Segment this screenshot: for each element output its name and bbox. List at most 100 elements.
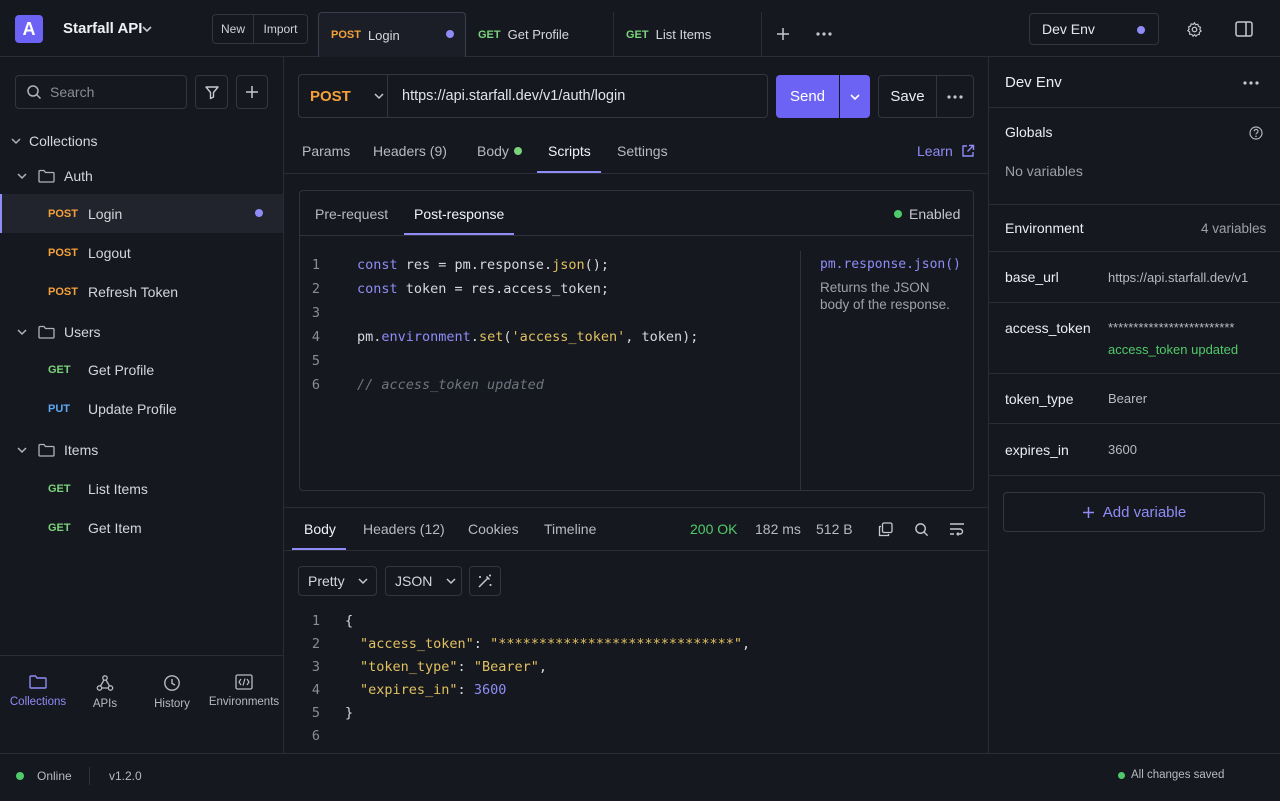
code-editor[interactable]: 1 const res = pm.response.json(); 2 const … (300, 253, 800, 397)
tab-list-items[interactable]: GET List Items (614, 12, 762, 57)
tab-response-body[interactable]: Body (304, 521, 336, 537)
info-icon[interactable] (1249, 126, 1263, 140)
nav-collections[interactable]: Collections (3, 674, 73, 708)
request-item-update-profile[interactable]: PUT Update Profile (0, 389, 283, 428)
learn-link[interactable]: Learn (917, 143, 975, 159)
new-button[interactable]: New (212, 14, 254, 44)
send-button[interactable]: Send (776, 75, 839, 118)
nav-history[interactable]: History (137, 674, 207, 710)
line-number: 5 (311, 704, 320, 721)
copy-icon[interactable] (878, 522, 893, 537)
variable-updated-note: access_token updated (1108, 342, 1239, 357)
json-line: 2 "access_token": "**********************… (300, 632, 980, 655)
script-editor-panel: Pre-request Post-response Enabled 1 const… (299, 190, 974, 491)
variable-name[interactable]: expires_in (1005, 442, 1069, 458)
tab-params[interactable]: Params (302, 143, 350, 159)
workspace-name[interactable]: Starfall API (63, 20, 142, 37)
line-number: 3 (311, 658, 320, 675)
script-tabs: Pre-request Post-response Enabled (300, 191, 973, 236)
variable-name[interactable]: base_url (1005, 269, 1059, 285)
chevron-down-icon (17, 328, 27, 335)
folder-name: Items (64, 441, 99, 458)
search-input[interactable]: Search (15, 75, 187, 109)
gear-icon[interactable] (1186, 21, 1203, 38)
url-input[interactable]: https://api.starfall.dev/v1/auth/login (387, 74, 768, 118)
panel-toggle-icon[interactable] (1235, 21, 1253, 37)
tab-login[interactable]: POST Login (318, 12, 466, 57)
tab-headers[interactable]: Headers (9) (373, 143, 447, 159)
variable-value[interactable]: https://api.starfall.dev/v1 (1108, 270, 1248, 285)
code-text: const token = res.access_token; (357, 281, 609, 297)
folder-auth[interactable]: Auth (0, 156, 283, 195)
tab-scripts[interactable]: Scripts (548, 143, 591, 159)
variable-name[interactable]: token_type (1005, 391, 1074, 407)
variable-value[interactable]: Bearer (1108, 391, 1147, 406)
divider (989, 423, 1280, 424)
tab-post-response[interactable]: Post-response (414, 206, 504, 222)
chevron-down-icon[interactable] (140, 22, 154, 36)
variable-value[interactable]: 3600 (1108, 442, 1137, 457)
script-enabled-toggle[interactable]: Enabled (894, 206, 960, 222)
save-button[interactable]: Save (878, 75, 937, 118)
collections-label: Collections (29, 132, 98, 149)
tab-body[interactable]: Body (477, 143, 522, 159)
online-status: Online (37, 769, 72, 783)
request-item-list-items[interactable]: GET List Items (0, 469, 283, 508)
request-label: Get Item (88, 519, 142, 536)
import-button[interactable]: Import (253, 14, 308, 44)
more-horizontal-icon[interactable] (815, 26, 833, 42)
enabled-label: Enabled (909, 206, 961, 222)
doc-title: pm.response.json() (820, 257, 961, 272)
plus-icon[interactable] (775, 26, 791, 42)
response-body-viewer[interactable]: 1{ 2 "access_token": "*******************… (300, 609, 980, 747)
method-badge: PUT (48, 402, 70, 415)
line-number: 6 (311, 727, 320, 744)
method-badge: GET (48, 363, 71, 376)
tab-method: GET (478, 28, 501, 41)
line-number: 2 (311, 281, 320, 297)
json-colon: : (473, 635, 491, 652)
request-item-refresh-token[interactable]: POST Refresh Token (0, 272, 283, 311)
line-number: 5 (311, 353, 320, 369)
search-icon (27, 85, 42, 100)
request-item-get-item[interactable]: GET Get Item (0, 508, 283, 547)
search-icon[interactable] (914, 522, 929, 537)
folder-items[interactable]: Items (0, 430, 283, 469)
request-item-logout[interactable]: POST Logout (0, 233, 283, 272)
method-select[interactable]: POST (298, 74, 388, 118)
send-options-button[interactable] (840, 75, 870, 118)
tab-get-profile[interactable]: GET Get Profile (466, 12, 614, 57)
folder-users[interactable]: Users (0, 312, 283, 351)
variable-name[interactable]: access_token (1005, 320, 1091, 336)
nav-environments[interactable]: Environments (209, 674, 279, 708)
add-collection-button[interactable] (236, 75, 268, 109)
variable-value[interactable]: ************************* (1108, 320, 1234, 335)
workspace-logo[interactable]: A (15, 15, 43, 43)
tab-settings[interactable]: Settings (617, 143, 668, 159)
add-variable-label: Add variable (1102, 503, 1187, 521)
response-time: 182 ms (755, 521, 801, 537)
tab-response-cookies[interactable]: Cookies (468, 521, 519, 537)
save-options-button[interactable] (936, 75, 974, 118)
environment-selector[interactable]: Dev Env (1029, 13, 1159, 45)
magic-wand-icon (478, 574, 492, 588)
format-select[interactable]: Pretty (298, 566, 377, 596)
add-variable-button[interactable]: Add variable (1003, 492, 1265, 532)
tab-response-headers[interactable]: Headers (12) (363, 521, 445, 537)
more-horizontal-icon[interactable] (1242, 75, 1260, 91)
request-item-login[interactable]: POST Login (0, 194, 283, 233)
tab-response-timeline[interactable]: Timeline (544, 521, 596, 537)
request-item-get-profile[interactable]: GET Get Profile (0, 350, 283, 389)
type-select[interactable]: JSON (385, 566, 462, 596)
wrap-lines-icon[interactable] (949, 522, 965, 537)
nav-apis[interactable]: APIs (70, 674, 140, 710)
tab-pre-request[interactable]: Pre-request (315, 206, 388, 222)
beautify-button[interactable] (469, 566, 501, 596)
line-number: 6 (311, 377, 320, 393)
search-placeholder: Search (50, 84, 95, 100)
history-icon (164, 675, 180, 691)
filter-button[interactable] (195, 75, 228, 109)
more-horizontal-icon (947, 94, 963, 99)
url-value: https://api.starfall.dev/v1/auth/login (402, 88, 626, 104)
collections-header[interactable]: Collections (0, 121, 283, 160)
